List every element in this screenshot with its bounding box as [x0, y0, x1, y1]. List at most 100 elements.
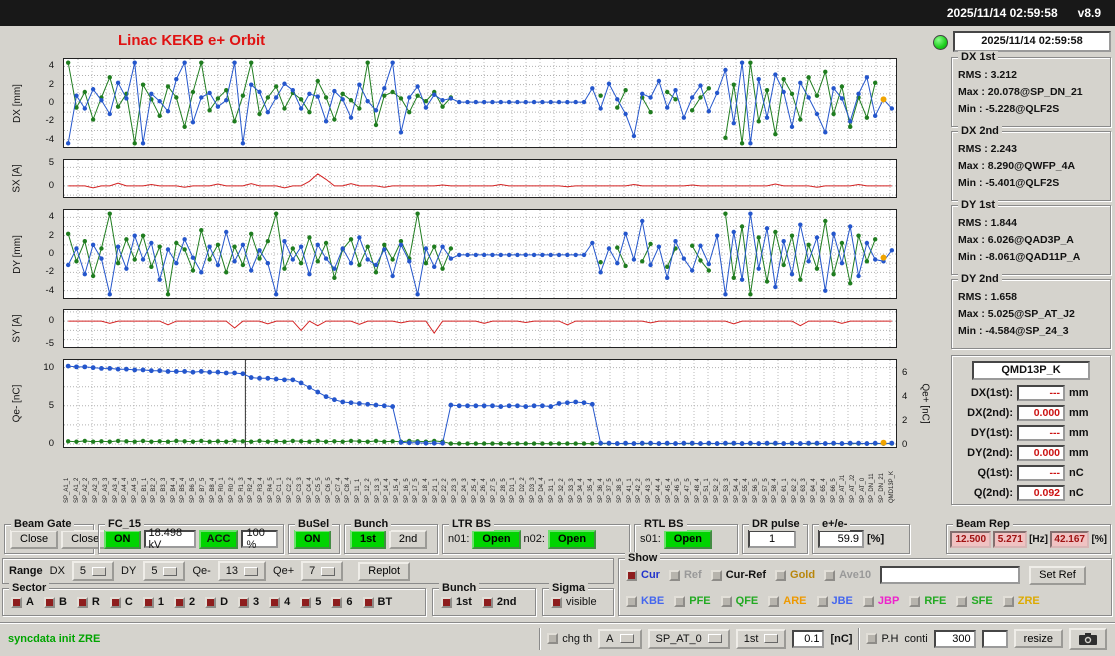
show-flag[interactable]: RFE: [909, 595, 946, 607]
sector-flag[interactable]: R: [76, 596, 100, 608]
sector-flag[interactable]: 2: [173, 596, 195, 608]
checkbox[interactable]: [551, 596, 562, 608]
show-flag-label: ARE: [783, 595, 807, 607]
bunch-flag[interactable]: 1st: [441, 596, 472, 608]
checkbox[interactable]: [142, 596, 154, 608]
sector-flag[interactable]: C: [109, 596, 133, 608]
checkbox[interactable]: [76, 596, 88, 608]
checkbox[interactable]: [362, 596, 374, 608]
sector-flag[interactable]: BT: [362, 596, 392, 608]
show-flag[interactable]: ZRE: [1002, 595, 1040, 607]
show-flag[interactable]: SFE: [956, 595, 993, 607]
checkbox[interactable]: [238, 596, 250, 608]
sector-flag[interactable]: D: [205, 596, 228, 608]
checkbox[interactable]: [43, 596, 55, 608]
bunch-select[interactable]: 1st: [735, 628, 787, 649]
checkbox[interactable]: [269, 596, 281, 608]
checkbox[interactable]: [626, 569, 637, 581]
replot-button[interactable]: Replot: [358, 561, 411, 581]
aux-input[interactable]: [981, 629, 1008, 648]
bunch-2nd-button[interactable]: 2nd: [388, 529, 428, 549]
bpm-label: SP_C6_5: [325, 477, 332, 503]
show-flag[interactable]: PFE: [674, 595, 711, 607]
checkbox[interactable]: [720, 595, 732, 607]
checkbox[interactable]: [768, 595, 780, 607]
checkbox[interactable]: [109, 596, 121, 608]
rtl-s01-open-button[interactable]: Open: [663, 529, 712, 549]
fc15-on-button[interactable]: ON: [104, 529, 141, 549]
threshold-input[interactable]: [792, 629, 825, 648]
checkbox[interactable]: [710, 569, 722, 581]
show-flag[interactable]: KBE: [626, 595, 664, 607]
show-flag[interactable]: Ave10: [824, 569, 871, 581]
sector-flag[interactable]: 5: [300, 596, 321, 608]
eratio-input[interactable]: [818, 530, 864, 548]
checkbox[interactable]: [824, 569, 836, 581]
sector-flag[interactable]: 4: [269, 596, 290, 608]
checkbox[interactable]: [441, 596, 452, 608]
bunch-1st-button[interactable]: 1st: [350, 529, 386, 549]
show-flag[interactable]: Gold: [775, 569, 815, 581]
interval-input[interactable]: [933, 629, 976, 648]
show-flag[interactable]: Cur-Ref: [710, 569, 766, 581]
sector-flag[interactable]: 3: [238, 596, 259, 608]
checkbox[interactable]: [300, 596, 312, 608]
range-dx-select[interactable]: 5: [71, 561, 115, 581]
range-qem-select[interactable]: 13: [217, 561, 267, 581]
sector-flag[interactable]: 1: [142, 596, 164, 608]
show-flag[interactable]: JBP: [862, 595, 899, 607]
dr-pulse-input[interactable]: [748, 530, 796, 548]
show-flag[interactable]: Ref: [668, 569, 702, 581]
checkbox[interactable]: [11, 596, 22, 608]
bpm-select[interactable]: SP_AT_0: [647, 628, 730, 649]
dx-plot-area[interactable]: [63, 58, 897, 148]
busel-on-button[interactable]: ON: [294, 529, 331, 549]
checkbox[interactable]: [674, 595, 686, 607]
checkbox[interactable]: [547, 633, 559, 644]
ltr-n02-open-button[interactable]: Open: [547, 529, 597, 549]
checkbox[interactable]: [626, 595, 637, 607]
checkbox[interactable]: [173, 596, 185, 608]
set-ref-button[interactable]: Set Ref: [1029, 565, 1086, 585]
dy-plot-area[interactable]: [63, 209, 897, 299]
ref-name-input[interactable]: [880, 566, 1021, 584]
bunch-flag[interactable]: 2nd: [481, 596, 516, 608]
show-flag[interactable]: JBE: [816, 595, 853, 607]
sector-flag[interactable]: A: [11, 596, 34, 608]
bpm-label: SP_DN_11: [869, 473, 876, 503]
screenshot-button[interactable]: [1069, 627, 1107, 650]
tick-label: -2: [45, 266, 54, 278]
checkbox[interactable]: [909, 595, 921, 607]
qe-plot-area[interactable]: [63, 359, 897, 448]
checkbox[interactable]: [668, 569, 680, 581]
ltr-n01-open-button[interactable]: Open: [472, 529, 521, 549]
range-dy-select[interactable]: 5: [143, 561, 186, 581]
checkbox[interactable]: [816, 595, 828, 607]
checkbox[interactable]: [866, 633, 878, 644]
resize-button[interactable]: resize: [1013, 629, 1063, 648]
show-flag[interactable]: ARE: [768, 595, 807, 607]
range-qep-select[interactable]: 7: [301, 561, 344, 581]
sector-select[interactable]: A: [598, 628, 642, 649]
fc15-group: FC_15 ON 18.498 kV ACC 100 %: [98, 518, 284, 554]
show-flag[interactable]: Cur: [626, 569, 660, 581]
sx-plot-area[interactable]: [63, 159, 897, 198]
sigma-flag[interactable]: visible: [551, 596, 597, 608]
bpm-monitor-name[interactable]: QMD13P_K: [972, 361, 1090, 380]
sector-flag[interactable]: 6: [331, 596, 353, 608]
checkbox[interactable]: [956, 595, 968, 607]
checkbox[interactable]: [1002, 595, 1014, 607]
show-flag[interactable]: QFE: [720, 595, 758, 607]
checkbox[interactable]: [775, 569, 787, 581]
checkbox[interactable]: [481, 596, 493, 608]
checkbox[interactable]: [862, 595, 874, 607]
checkbox[interactable]: [205, 596, 217, 608]
beam-gate-close-1-button[interactable]: Close: [10, 529, 59, 549]
checkbox[interactable]: [331, 596, 343, 608]
sy-plot-area[interactable]: [63, 309, 897, 348]
sector-flag[interactable]: B: [43, 596, 67, 608]
ph-toggle[interactable]: P.H: [866, 633, 898, 645]
fc15-acc-button[interactable]: ACC: [198, 529, 239, 549]
chg-th-toggle[interactable]: chg th: [547, 633, 592, 645]
tick-label: 5: [48, 399, 54, 411]
